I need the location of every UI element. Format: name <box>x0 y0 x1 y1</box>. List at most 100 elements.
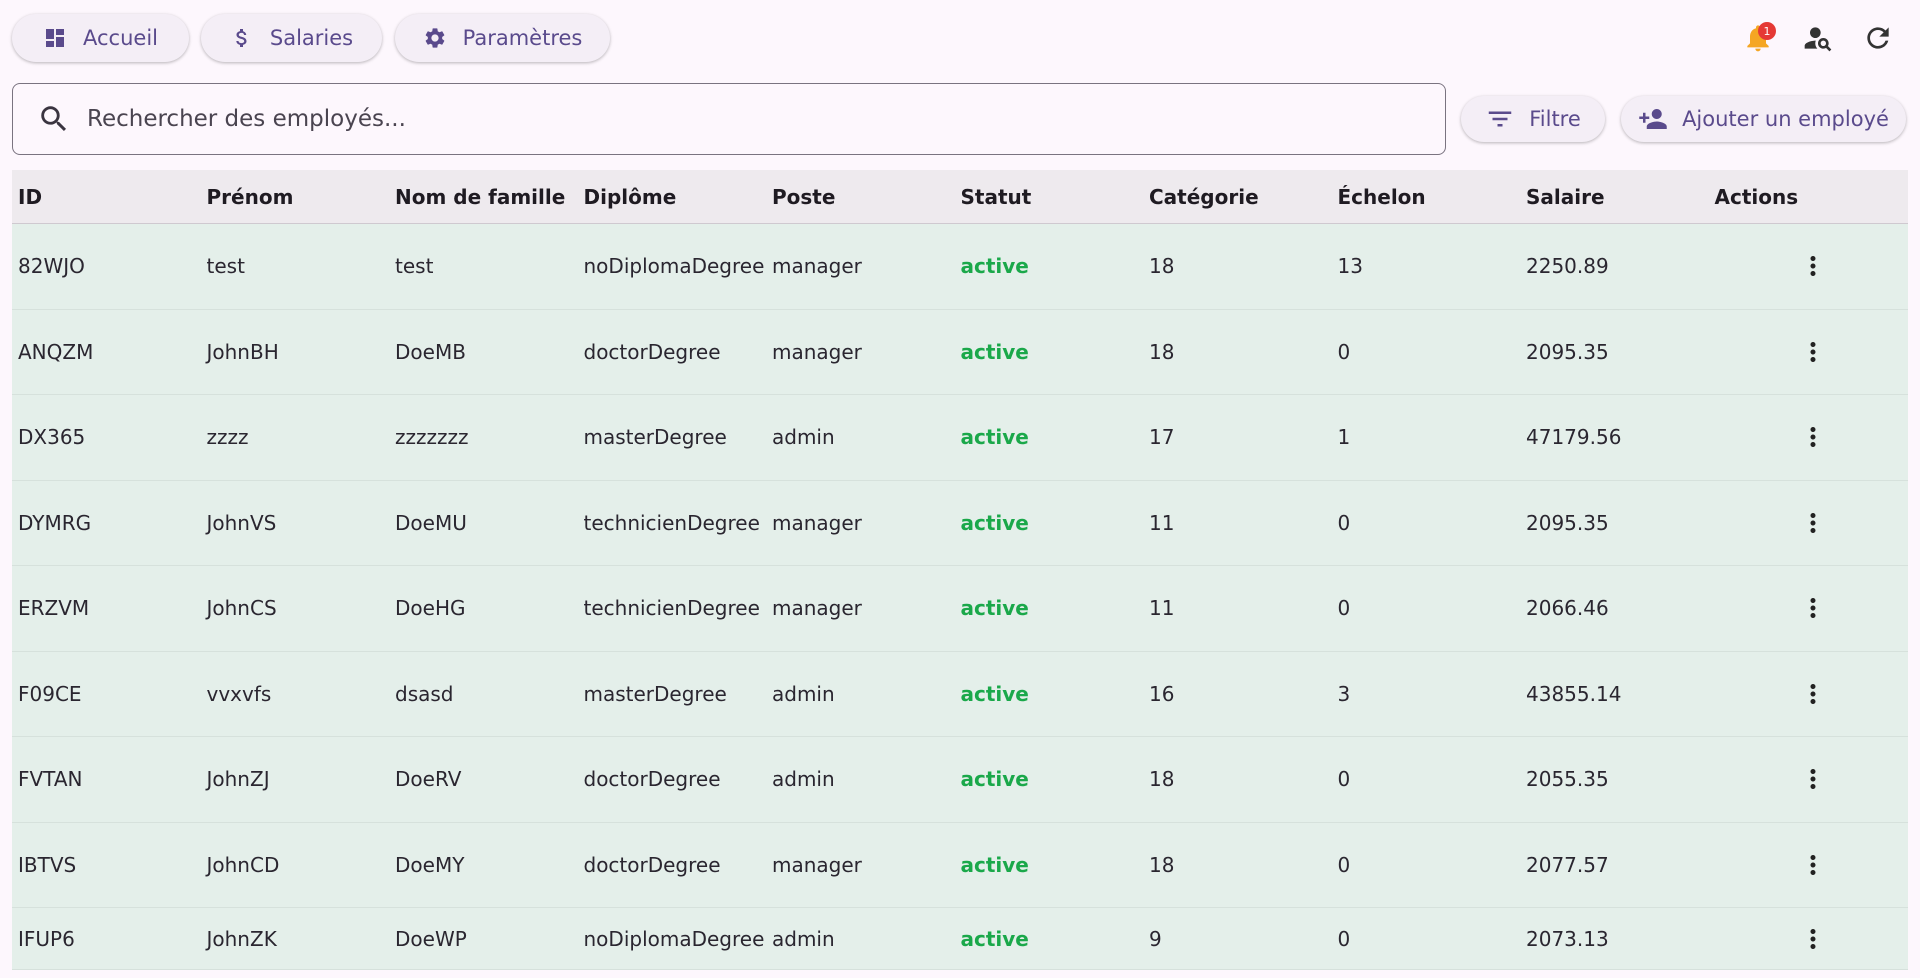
cell-actions <box>1709 248 1909 284</box>
row-actions-button[interactable] <box>1795 590 1831 626</box>
cell-category: 9 <box>1149 926 1162 951</box>
cell-id: IFUP6 <box>18 926 75 951</box>
user-search-button[interactable] <box>1800 20 1836 56</box>
nav-settings-button[interactable]: Paramètres <box>395 14 610 62</box>
cell-diploma: doctorDegree <box>583 339 721 364</box>
cell-last-name: DoeMB <box>395 339 466 364</box>
cell-id: F09CE <box>18 681 82 706</box>
cell-first-name: JohnCD <box>206 852 280 877</box>
cell-diploma: doctorDegree <box>583 767 721 792</box>
cell-id: DX365 <box>18 425 86 450</box>
cell-first-name: JohnCS <box>206 596 277 621</box>
row-actions-button[interactable] <box>1795 419 1831 455</box>
table-row[interactable]: ANQZM JohnBH DoeMB doctorDegree manager … <box>12 309 1908 395</box>
column-header-post[interactable]: Poste <box>766 185 955 209</box>
cell-status: active <box>960 254 1029 279</box>
cell-category: 11 <box>1149 596 1175 621</box>
row-actions-button[interactable] <box>1795 921 1831 957</box>
cell-salary: 2073.13 <box>1526 926 1609 951</box>
cell-salary: 2077.57 <box>1526 852 1609 877</box>
more-vert-icon <box>1810 341 1815 362</box>
employees-table: ID Prénom Nom de famille Diplôme Poste S… <box>12 170 1908 970</box>
column-header-status[interactable]: Statut <box>955 185 1144 209</box>
table-row[interactable]: F09CE vvxvfs dsasd masterDegree admin ac… <box>12 651 1908 737</box>
cell-id: FVTAN <box>18 767 83 792</box>
refresh-button[interactable] <box>1860 20 1896 56</box>
person-add-icon <box>1639 109 1667 129</box>
cell-echelon: 0 <box>1337 852 1351 877</box>
cell-id: DYMRG <box>18 510 92 535</box>
filter-icon <box>1488 111 1512 127</box>
table-row[interactable]: 82WJO test test noDiplomaDegree manager … <box>12 224 1908 310</box>
cell-salary: 2095.35 <box>1526 339 1609 364</box>
cell-category: 16 <box>1149 681 1175 706</box>
cell-last-name: DoeWP <box>395 926 467 951</box>
row-actions-button[interactable] <box>1795 676 1831 712</box>
column-header-diploma[interactable]: Diplôme <box>578 185 767 209</box>
nav-salaries-button[interactable]: Salaries <box>201 14 382 62</box>
cell-salary: 2095.35 <box>1526 510 1609 535</box>
cell-category: 18 <box>1149 852 1175 877</box>
cell-id: IBTVS <box>18 852 77 877</box>
table-row[interactable]: FVTAN JohnZJ DoeRV doctorDegree admin ac… <box>12 737 1908 823</box>
column-header-salary[interactable]: Salaire <box>1520 185 1709 209</box>
cell-post: admin <box>772 926 835 951</box>
cell-category: 18 <box>1149 254 1175 279</box>
cell-last-name: DoeRV <box>395 767 462 792</box>
cell-first-name: vvxvfs <box>206 681 272 706</box>
cell-echelon: 0 <box>1337 596 1351 621</box>
search-input[interactable] <box>87 106 1387 132</box>
column-header-first-name[interactable]: Prénom <box>201 185 390 209</box>
cell-diploma: noDiplomaDegree <box>583 926 765 951</box>
row-actions-button[interactable] <box>1795 334 1831 370</box>
cell-status: active <box>960 510 1029 535</box>
cell-actions <box>1709 761 1909 797</box>
dashboard-icon <box>46 29 64 47</box>
cell-last-name: DoeMY <box>395 852 465 877</box>
column-header-last-name[interactable]: Nom de famille <box>389 185 578 209</box>
cell-status: active <box>960 596 1029 621</box>
table-row[interactable]: DYMRG JohnVS DoeMU technicienDegree mana… <box>12 480 1908 566</box>
cell-status: active <box>960 767 1029 792</box>
cell-salary: 47179.56 <box>1526 425 1622 450</box>
row-actions-button[interactable] <box>1795 248 1831 284</box>
cell-echelon: 0 <box>1337 510 1351 535</box>
cell-echelon: 3 <box>1337 681 1351 706</box>
cell-diploma: technicienDegree <box>583 510 760 535</box>
column-header-echelon[interactable]: Échelon <box>1332 185 1521 209</box>
cell-first-name: JohnZJ <box>206 767 270 792</box>
row-actions-button[interactable] <box>1795 761 1831 797</box>
cell-actions <box>1709 419 1909 455</box>
search-bar[interactable] <box>12 83 1446 155</box>
table-row[interactable]: IFUP6 JohnZK DoeWP noDiplomaDegree admin… <box>12 908 1908 970</box>
row-actions-button[interactable] <box>1795 505 1831 541</box>
search-icon <box>41 106 67 132</box>
refresh-icon <box>1867 27 1889 49</box>
table-row[interactable]: IBTVS JohnCD DoeMY doctorDegree manager … <box>12 822 1909 908</box>
cell-post: manager <box>772 254 862 279</box>
table-row[interactable]: ERZVM JohnCS DoeHG technicienDegree mana… <box>12 566 1908 652</box>
cell-echelon: 0 <box>1337 926 1351 951</box>
row-actions-button[interactable] <box>1795 847 1831 883</box>
cell-status: active <box>960 339 1029 364</box>
cell-actions <box>1709 921 1909 957</box>
cell-echelon: 0 <box>1337 339 1351 364</box>
cell-salary: 2055.35 <box>1526 767 1609 792</box>
nav-settings-label: Paramètres <box>462 26 583 50</box>
cell-actions <box>1709 847 1909 883</box>
column-header-category[interactable]: Catégorie <box>1143 185 1332 209</box>
more-vert-icon <box>1810 427 1815 448</box>
person-search-icon <box>1804 27 1832 52</box>
nav-home-button[interactable]: Accueil <box>12 14 189 62</box>
cell-id: ANQZM <box>18 339 94 364</box>
filter-button[interactable]: Filtre <box>1461 96 1605 142</box>
table-row[interactable]: DX365 zzzz zzzzzzz masterDegree admin ac… <box>12 395 1908 481</box>
notification-badge: 1 <box>1758 22 1776 40</box>
cell-diploma: noDiplomaDegree <box>583 254 765 279</box>
cell-post: manager <box>772 510 862 535</box>
cell-diploma: technicienDegree <box>583 596 760 621</box>
notifications-button[interactable]: 1 <box>1740 20 1776 56</box>
column-header-id[interactable]: ID <box>12 185 201 209</box>
cell-last-name: dsasd <box>395 681 454 706</box>
add-employee-button[interactable]: Ajouter un employé <box>1621 96 1906 142</box>
